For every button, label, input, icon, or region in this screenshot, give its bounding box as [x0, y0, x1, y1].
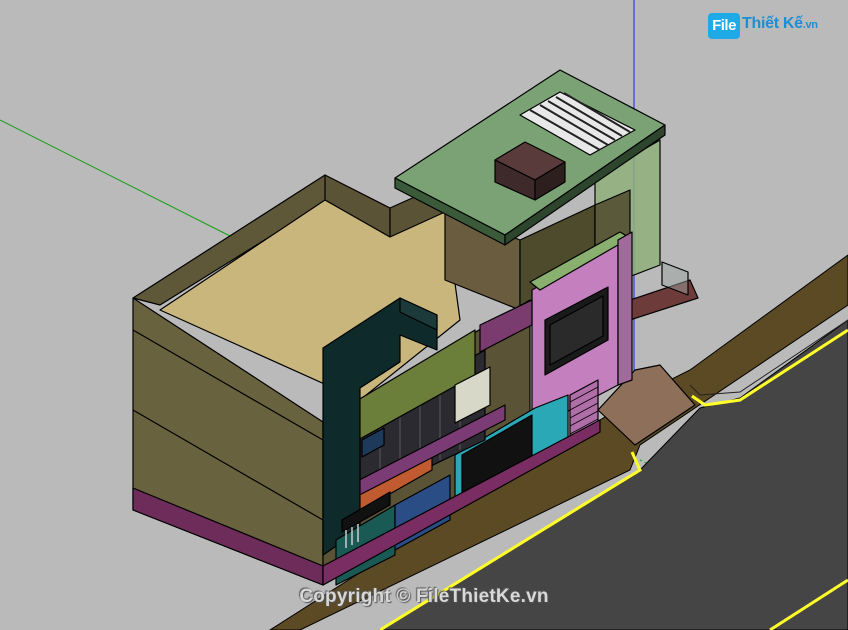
copyright-watermark: Copyright © FileThietKe.vn	[299, 586, 549, 607]
logo-suffix: .vn	[802, 19, 818, 31]
logo-wordmark: Thiết Kế.vn	[742, 15, 818, 33]
logo-wordmark-text: Thiết Kế	[742, 15, 803, 32]
site-logo[interactable]: File Thiết Kế.vn	[708, 12, 820, 42]
sketchup-viewport[interactable]	[0, 0, 848, 630]
logo-badge: File	[708, 13, 740, 39]
